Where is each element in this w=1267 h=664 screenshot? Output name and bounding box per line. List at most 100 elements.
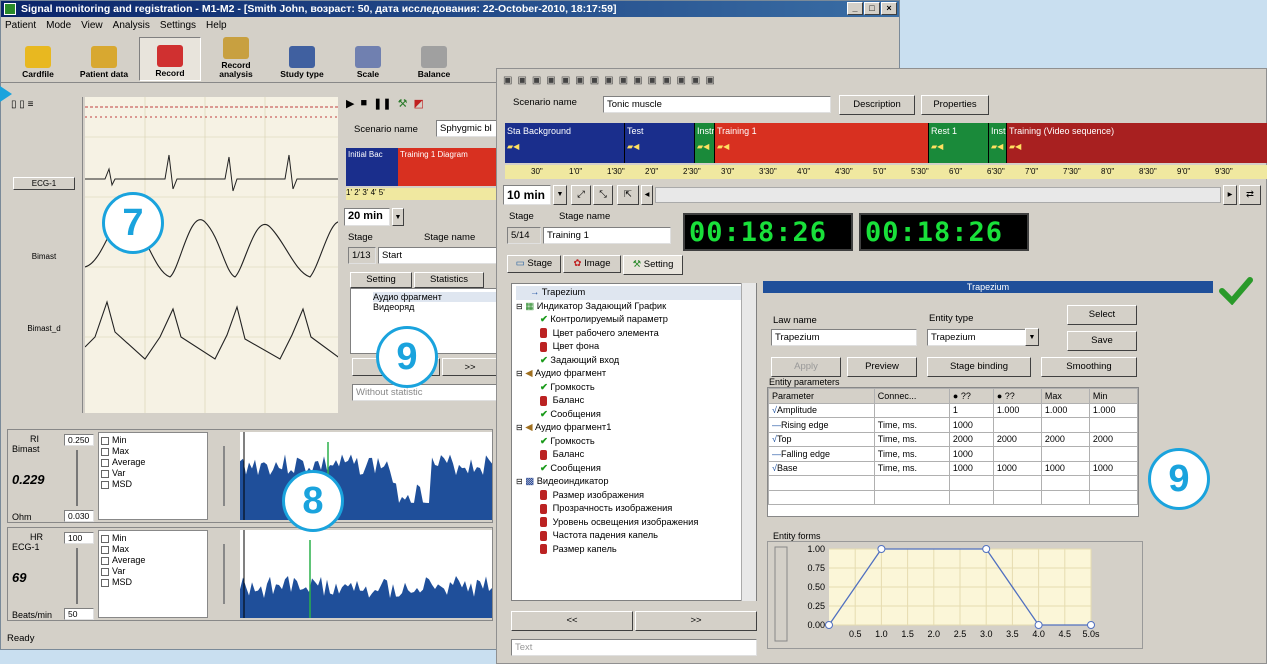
tree-item[interactable]: Уровень освещения изображения [516, 516, 756, 530]
record-analysis-button[interactable]: Record analysis [205, 37, 267, 81]
column-header[interactable]: Connec... [873, 388, 950, 404]
channel-label-bimast-d[interactable]: Bimast_d [13, 324, 75, 333]
stat-option-msd[interactable]: MSD [101, 479, 205, 490]
grid-icon[interactable]: ▣ [648, 75, 657, 86]
stat-max-field[interactable]: 0.250 [64, 434, 94, 446]
channel-label-ecg[interactable]: ECG-1 [13, 177, 75, 190]
tree-item[interactable]: ✔ Сообщения [516, 462, 756, 476]
patient-data-button[interactable]: Patient data [73, 37, 135, 81]
timeline-segment[interactable]: Training (Video sequence) ▰◀ [1007, 123, 1267, 163]
tree-icon[interactable]: ▣ [676, 75, 685, 86]
tree-item[interactable]: ⊟ ▦ Индикатор Задающий График [516, 300, 756, 314]
stat-option-var[interactable]: Var [101, 468, 205, 479]
zoom-out-icon[interactable]: ⤡ [593, 185, 613, 205]
checkbox[interactable] [101, 480, 109, 489]
checkbox[interactable] [101, 436, 109, 445]
checkbox[interactable] [101, 458, 109, 467]
stat-option-max[interactable]: Max [101, 544, 205, 555]
stat-option-max[interactable]: Max [101, 446, 205, 457]
stage-name-field-main[interactable]: Training 1 [543, 227, 671, 244]
timeline-small[interactable]: Initial Bac Training 1 Diagram [346, 148, 498, 186]
table-row[interactable]: √Base Time, ms. 1000 1000 1000 1000 [768, 460, 1139, 476]
channel-label-bimast[interactable]: Bimast [13, 252, 75, 261]
data-point[interactable] [1034, 621, 1043, 629]
fit-icon[interactable]: ⇱ [617, 185, 639, 205]
prev-button[interactable]: << [511, 611, 633, 631]
scenario-name-field-main[interactable]: Tonic muscle [603, 96, 831, 113]
stat-scroll[interactable] [214, 436, 234, 516]
stage-name-field[interactable]: Start [378, 247, 498, 264]
study-type-button[interactable]: Study type [271, 37, 333, 81]
minimize-button[interactable]: _ [847, 2, 863, 15]
description-button[interactable]: Description [839, 95, 915, 115]
tree-item[interactable]: ✔ Сообщения [516, 408, 756, 422]
balance-button[interactable]: Balance [403, 37, 465, 81]
tree-item[interactable]: Баланс [516, 394, 756, 408]
data-point[interactable] [877, 545, 886, 553]
column-header[interactable]: Parameter [768, 388, 875, 404]
tree-item[interactable]: → Trapezium [516, 286, 756, 300]
statistic-combo[interactable]: Without statistic [352, 384, 498, 401]
law-name-field[interactable]: Trapezium [771, 329, 917, 346]
tree-item[interactable]: Баланс [516, 448, 756, 462]
timeline-segment[interactable]: Test ▰◀ [625, 123, 695, 163]
column-header[interactable]: Min [1088, 388, 1139, 404]
menu-mode[interactable]: Mode [46, 17, 71, 35]
duration-select-main[interactable]: 10 min [503, 185, 551, 205]
stat-max-field[interactable]: 100 [64, 532, 94, 544]
checkbox[interactable] [101, 567, 109, 576]
select-button[interactable]: Select [1067, 305, 1137, 325]
record-tool-icon[interactable]: ◩ [413, 97, 423, 110]
tree-item[interactable]: Частота падения капель [516, 529, 756, 543]
layout-icon[interactable]: ▣ [662, 75, 671, 86]
checkbox[interactable] [101, 556, 109, 565]
maximize-button[interactable]: □ [864, 2, 880, 15]
tree-item[interactable]: Цвет рабочего элемента [516, 327, 756, 341]
stat-min-field[interactable]: 0.030 [64, 510, 94, 522]
entity-type-dropdown-icon[interactable]: ▼ [1025, 328, 1039, 346]
form-slider[interactable] [774, 546, 788, 642]
timeline-segment[interactable]: Training 1 ▰◀ [715, 123, 929, 163]
menu-settings[interactable]: Settings [160, 17, 196, 35]
data-point[interactable] [825, 621, 833, 629]
tool-icon[interactable]: ⚒ [398, 97, 408, 110]
chevron-down-icon[interactable]: ▼ [392, 208, 404, 226]
tree-item[interactable]: ✔ Задающий вход [516, 354, 756, 368]
channel-tools-icon[interactable]: ▯ ▯ ≡ [7, 97, 82, 112]
close-button[interactable]: × [881, 2, 897, 15]
move-stage-icon[interactable]: ⇄ [1239, 185, 1261, 205]
tree-item[interactable]: Прозрачность изображения [516, 502, 756, 516]
data-point[interactable] [1087, 621, 1095, 629]
table-row[interactable]: —Rising edge Time, ms. 1000 [768, 417, 1139, 433]
tree-item[interactable]: Размер изображения [516, 489, 756, 503]
open-icon[interactable]: ▣ [517, 75, 526, 86]
cut-icon[interactable]: ▣ [561, 75, 570, 86]
tree-item[interactable]: ✔ Громкость [516, 435, 756, 449]
next-button[interactable]: >> [635, 611, 757, 631]
stat-option-msd[interactable]: MSD [101, 577, 205, 588]
stat-scroll[interactable] [214, 534, 234, 614]
tab-statistics-small[interactable]: Statistics [414, 272, 484, 288]
stat-option-var[interactable]: Var [101, 566, 205, 577]
text-combo[interactable]: Text [511, 639, 757, 656]
pause-icon[interactable]: ❚❚ [373, 97, 391, 110]
tree-item[interactable]: Размер капель [516, 543, 756, 557]
menu-analysis[interactable]: Analysis [113, 17, 150, 35]
paste-icon[interactable]: ▣ [604, 75, 613, 86]
save-icon[interactable]: ▣ [532, 75, 541, 86]
menu-view[interactable]: View [81, 17, 103, 35]
checkbox[interactable] [101, 545, 109, 554]
scroll-left-icon[interactable]: ◂ [641, 185, 653, 205]
tree-item[interactable]: ⊟ ◀ Аудио фрагмент1 [516, 421, 756, 435]
table-row[interactable]: √Top Time, ms. 2000 2000 2000 2000 [768, 431, 1139, 447]
duration-dropdown-icon[interactable]: ▼ [553, 185, 567, 205]
undo-icon[interactable]: ▣ [503, 75, 512, 86]
tab-image[interactable]: ✿ Image [563, 255, 621, 273]
segment-initial[interactable]: Initial Bac [346, 148, 396, 186]
entity-type-select[interactable]: Trapezium [927, 329, 1031, 346]
scale-button[interactable]: Scale [337, 37, 399, 81]
checkbox[interactable] [101, 469, 109, 478]
step-icon[interactable]: ▣ [619, 75, 628, 86]
tab-setting-small[interactable]: Setting [350, 272, 412, 288]
copy-icon[interactable]: ▣ [546, 75, 555, 86]
